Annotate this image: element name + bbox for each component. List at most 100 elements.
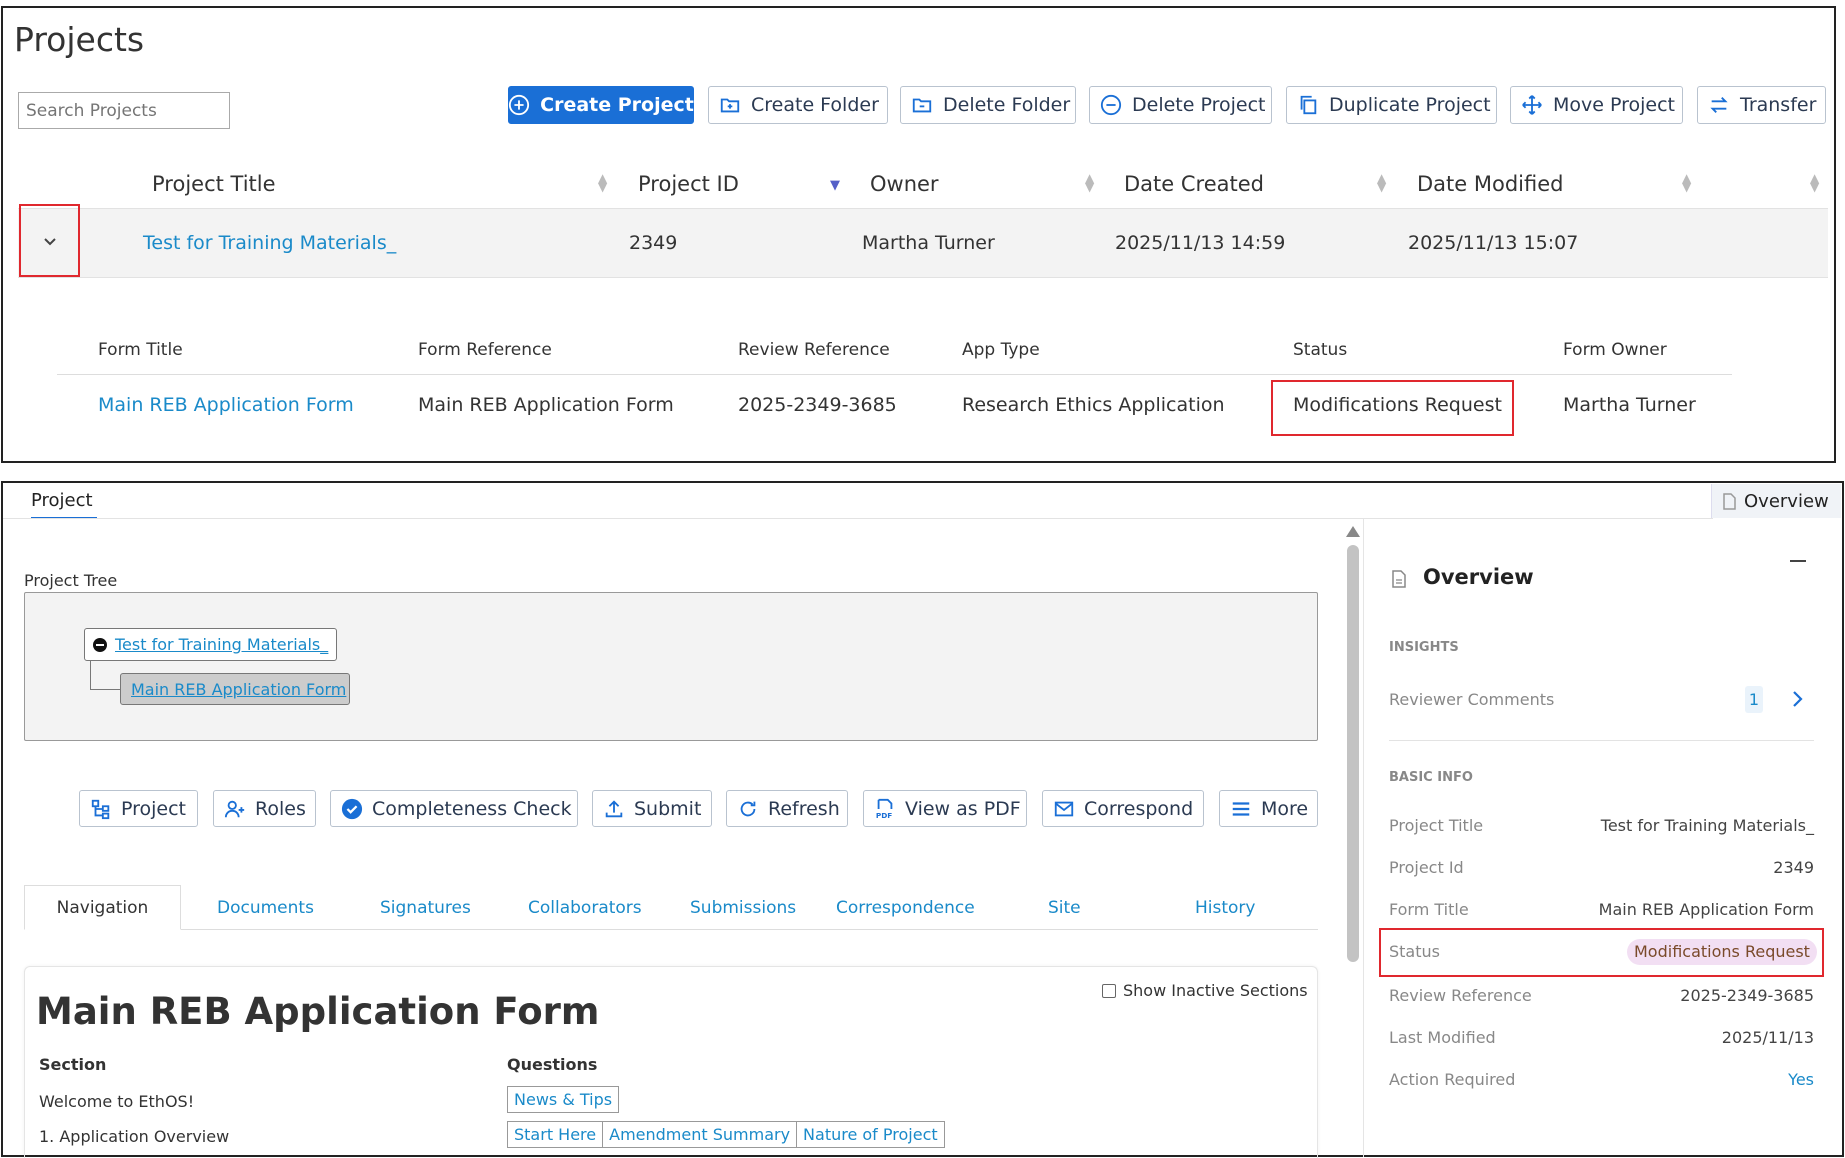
field-label: Status	[1389, 942, 1440, 961]
tab-site[interactable]: Site	[1048, 898, 1081, 918]
correspond-button[interactable]: Correspond	[1042, 790, 1204, 827]
collapse-node-icon[interactable]	[93, 637, 107, 652]
field-label: Last Modified	[1389, 1028, 1496, 1047]
tab-overview-label: Overview	[1744, 490, 1829, 512]
divider	[1389, 740, 1814, 741]
show-inactive-toggle[interactable]: Show Inactive Sections	[1102, 981, 1308, 1000]
delete-folder-label: Delete Folder	[943, 94, 1071, 116]
col-header-project-title[interactable]: Project Title	[152, 172, 276, 196]
delete-project-label: Delete Project	[1132, 94, 1266, 116]
form-col-header-title: Form Title	[98, 340, 183, 360]
correspond-label: Correspond	[1084, 797, 1194, 820]
form-col-header-owner: Form Owner	[1563, 340, 1667, 360]
action-required-value: Yes	[1788, 1070, 1814, 1089]
tree-root-link[interactable]: Test for Training Materials_	[115, 635, 328, 654]
reviewer-comments-label[interactable]: Reviewer Comments	[1389, 690, 1554, 709]
sort-desc-icon[interactable]: ▼	[830, 178, 840, 193]
show-inactive-checkbox[interactable]	[1102, 983, 1116, 998]
sort-arrows-icon[interactable]: ▲ ▼	[1085, 172, 1094, 193]
view-pdf-label: View as PDF	[905, 797, 1021, 820]
tab-signatures[interactable]: Signatures	[380, 898, 471, 918]
col-header-project-id[interactable]: Project ID	[638, 172, 739, 196]
tab-history[interactable]: History	[1195, 898, 1255, 918]
project-title-link[interactable]: Test for Training Materials_	[143, 232, 396, 254]
divider	[3, 518, 1713, 519]
tab-navigation[interactable]: Navigation	[24, 885, 181, 930]
create-project-button[interactable]: Create Project	[508, 86, 694, 124]
move-project-button[interactable]: Move Project	[1510, 86, 1683, 124]
collapse-panel-button[interactable]	[1790, 560, 1806, 562]
tab-submissions[interactable]: Submissions	[690, 898, 796, 918]
menu-icon	[1232, 801, 1250, 816]
scrollbar-thumb[interactable]	[1347, 545, 1359, 962]
field-label: Action Required	[1389, 1070, 1516, 1089]
pdf-icon: PDF	[876, 798, 893, 820]
form-owner-cell: Martha Turner	[1563, 394, 1696, 416]
reviewer-count-badge: 1	[1745, 686, 1763, 713]
tab-correspondence[interactable]: Correspondence	[836, 898, 975, 918]
svg-text:PDF: PDF	[876, 811, 892, 820]
chevron-right-icon[interactable]	[1792, 690, 1804, 708]
create-project-label: Create Project	[540, 94, 694, 116]
question-link[interactable]: Nature of Project	[797, 1122, 944, 1147]
question-link[interactable]: Start Here	[508, 1122, 604, 1147]
move-project-label: Move Project	[1553, 94, 1675, 116]
delete-folder-button[interactable]: Delete Folder	[900, 86, 1076, 124]
duplicate-project-label: Duplicate Project	[1329, 94, 1491, 116]
expand-row-button[interactable]	[19, 204, 80, 277]
view-pdf-button[interactable]: PDF View as PDF	[863, 790, 1027, 827]
form-title-link[interactable]: Main REB Application Form	[98, 394, 354, 416]
create-folder-button[interactable]: Create Folder	[708, 86, 888, 124]
move-arrows-icon	[1522, 95, 1542, 115]
submit-button[interactable]: Submit	[592, 790, 712, 827]
transfer-button[interactable]: Transfer	[1697, 86, 1826, 124]
sort-arrows-icon[interactable]: ▲ ▼	[598, 172, 607, 193]
tree-node-child[interactable]: Main REB Application Form	[120, 673, 350, 705]
overview-title: Overview	[1423, 565, 1534, 589]
form-col-header-app-type: App Type	[962, 340, 1040, 360]
tree-child-link[interactable]: Main REB Application Form	[131, 680, 346, 699]
col-header-date-modified[interactable]: Date Modified	[1417, 172, 1563, 196]
completeness-check-button[interactable]: Completeness Check	[330, 790, 578, 827]
upload-icon	[605, 799, 623, 817]
tab-project[interactable]: Project	[31, 490, 97, 519]
duplicate-project-button[interactable]: Duplicate Project	[1286, 86, 1497, 124]
question-chip-group: News & Tips	[507, 1086, 620, 1113]
scrollbar-up-arrow[interactable]	[1346, 526, 1360, 537]
search-input[interactable]	[18, 92, 230, 129]
question-link[interactable]: Amendment Summary	[603, 1122, 798, 1147]
form-col-header-reference: Form Reference	[418, 340, 552, 360]
sort-arrows-icon[interactable]: ▲ ▼	[1810, 172, 1819, 193]
tab-documents[interactable]: Documents	[217, 898, 314, 918]
field-label: Form Title	[1389, 900, 1469, 919]
hierarchy-icon	[91, 799, 110, 819]
delete-project-button[interactable]: Delete Project	[1089, 86, 1272, 124]
project-button-label: Project	[121, 797, 187, 820]
field-value: 2349	[1773, 858, 1814, 877]
field-label: Project Title	[1389, 816, 1484, 835]
divider	[57, 374, 1732, 375]
col-header-date-created[interactable]: Date Created	[1124, 172, 1264, 196]
roles-button-label: Roles	[255, 797, 306, 820]
sort-arrows-icon[interactable]: ▲ ▼	[1682, 172, 1691, 193]
refresh-button[interactable]: Refresh	[726, 790, 848, 827]
transfer-arrows-icon	[1710, 97, 1728, 113]
question-link[interactable]: News & Tips	[508, 1087, 618, 1112]
project-button[interactable]: Project	[79, 790, 198, 827]
more-button[interactable]: More	[1219, 790, 1318, 827]
col-header-owner[interactable]: Owner	[870, 172, 939, 196]
sort-arrows-icon[interactable]: ▲ ▼	[1377, 172, 1386, 193]
panel-divider	[1363, 519, 1364, 1157]
minus-circle-icon	[1100, 94, 1122, 116]
tab-overview[interactable]: Overview	[1711, 484, 1841, 518]
tree-node-root[interactable]: Test for Training Materials_	[84, 628, 337, 661]
refresh-icon	[740, 801, 756, 816]
page-title: Projects	[14, 20, 145, 59]
project-id-cell: 2349	[629, 232, 678, 254]
tab-collaborators[interactable]: Collaborators	[528, 898, 642, 918]
tabs-baseline	[24, 929, 1318, 930]
project-tree	[24, 592, 1318, 741]
basic-info-label: BASIC INFO	[1389, 770, 1473, 785]
roles-button[interactable]: Roles	[213, 790, 316, 827]
users-icon	[224, 800, 245, 817]
